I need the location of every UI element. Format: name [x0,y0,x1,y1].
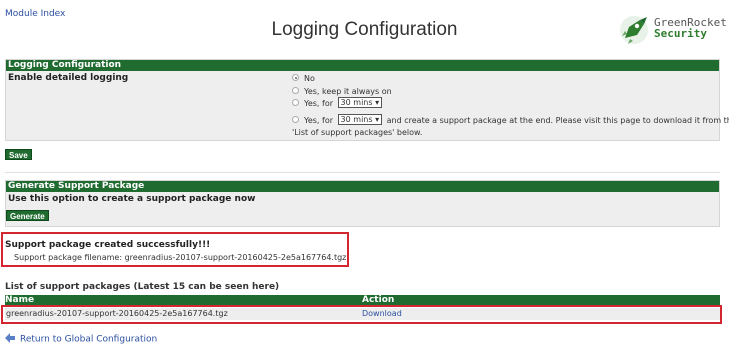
save-button[interactable]: Save [5,149,32,160]
greenrocket-logo: GreenRocket Security [618,13,727,47]
return-to-global-configuration-link[interactable]: Return to Global Configuration [5,333,157,345]
module-index-link[interactable]: Module Index [5,9,65,19]
column-action: Action [362,295,395,305]
packages-table-header: Name Action [5,295,720,305]
support-package-filename: Support package filename: greenradius-20… [14,253,347,262]
enable-detailed-logging-label: Enable detailed logging [8,73,129,83]
package-row-highlight-box [1,305,722,324]
generate-support-package-header: Generate Support Package [6,181,719,192]
radio-timed-with-package[interactable] [292,116,299,123]
support-packages-title: List of support packages (Latest 15 can … [5,282,280,292]
logging-option-timed[interactable]: Yes, for 30 mins ▾ [292,97,384,109]
radio-no[interactable] [292,74,299,81]
logging-configuration-header: Logging Configuration [6,60,719,71]
generate-button[interactable]: Generate [6,210,49,221]
radio-timed[interactable] [292,99,299,106]
duration-select-timed[interactable]: 30 mins ▾ [337,97,383,108]
back-arrow-icon [5,333,15,343]
column-name: Name [5,295,35,305]
logging-option-always-on[interactable]: Yes, keep it always on [292,86,392,97]
logo-line-2: Security [654,27,707,40]
success-message: Support package created successfully!!! [5,240,211,250]
logging-option-continuation: 'List of support packages' below. [292,128,423,137]
logging-option-no[interactable]: No [292,73,315,84]
rocket-icon [620,16,648,44]
generate-option-label: Use this option to create a support pack… [8,194,256,204]
duration-select-with-package[interactable]: 30 mins ▾ [337,114,383,125]
generate-support-package-panel: Generate Support Package Use this option… [5,180,720,227]
logging-option-timed-with-package[interactable]: Yes, for 30 mins ▾ and create a support … [292,114,729,126]
radio-always-on[interactable] [292,87,299,94]
logo-text: GreenRocket Security [654,17,727,39]
section-divider [5,172,720,173]
